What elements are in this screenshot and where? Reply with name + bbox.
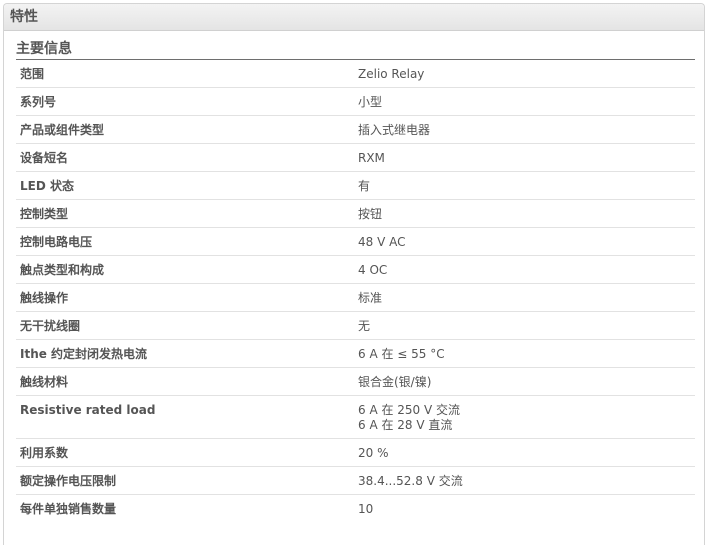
spec-label: 产品或组件类型 xyxy=(20,123,105,137)
spec-label: 无干扰线圈 xyxy=(20,319,81,333)
spec-row-unit-quantity: 每件单独销售数量 10 xyxy=(16,495,695,523)
spec-label: 每件单独销售数量 xyxy=(20,502,117,516)
panel-title: 特性 xyxy=(10,9,38,25)
spec-row-contact-material: 触线材料 银合金(银/镍) xyxy=(16,368,695,396)
spec-value: 6 A 在 ≤ 55 °C xyxy=(358,347,445,361)
spec-value: 小型 xyxy=(358,95,383,109)
spec-label: Resistive rated load xyxy=(20,403,156,417)
spec-row-voltage-limits: 额定操作电压限制 38.4...52.8 V 交流 xyxy=(16,467,695,495)
spec-row-control-type: 控制类型 按钮 xyxy=(16,200,695,228)
spec-row-control-voltage: 控制电路电压 48 V AC xyxy=(16,228,695,256)
spec-value: 有 xyxy=(358,179,371,193)
spec-value: 10 xyxy=(358,502,374,516)
main-info-section: 主要信息 范围 Zelio Relay 系列号 小型 产品或组件类型 插入式继电… xyxy=(16,40,695,523)
spec-label: 系列号 xyxy=(20,95,57,109)
spec-row-utilisation: 利用系数 20 % xyxy=(16,439,695,467)
spec-value: RXM xyxy=(358,151,385,165)
spec-row-coil: 无干扰线圈 无 xyxy=(16,312,695,340)
spec-value: 标准 xyxy=(358,291,383,305)
spec-label: 设备短名 xyxy=(20,151,69,165)
spec-table: 范围 Zelio Relay 系列号 小型 产品或组件类型 插入式继电器 设备短… xyxy=(16,60,695,523)
spec-label: 范围 xyxy=(20,67,45,81)
spec-value: 20 % xyxy=(358,446,389,460)
spec-row-short-name: 设备短名 RXM xyxy=(16,144,695,172)
spec-label: 触点类型和构成 xyxy=(20,263,105,277)
spec-label: 额定操作电压限制 xyxy=(20,474,117,488)
spec-value: 插入式继电器 xyxy=(358,123,431,137)
spec-row-contact-operation: 触线操作 标准 xyxy=(16,284,695,312)
spec-label: LED 状态 xyxy=(20,179,74,193)
spec-row-resistive-load: Resistive rated load 6 A 在 250 V 交流 6 A … xyxy=(16,396,695,439)
spec-value: 按钮 xyxy=(358,207,383,221)
spec-row-thermal-current: Ithe 约定封闭发热电流 6 A 在 ≤ 55 °C xyxy=(16,340,695,368)
spec-row-range: 范围 Zelio Relay xyxy=(16,60,695,88)
spec-label: 控制电路电压 xyxy=(20,235,93,249)
spec-value: 38.4...52.8 V 交流 xyxy=(358,474,463,488)
spec-value: 48 V AC xyxy=(358,235,406,249)
spec-value: 银合金(银/镍) xyxy=(358,375,432,389)
spec-row-contact-type: 触点类型和构成 4 OC xyxy=(16,256,695,284)
characteristics-panel: 特性 主要信息 范围 Zelio Relay 系列号 小型 产品或组件类型 插入… xyxy=(3,3,705,545)
spec-row-product-type: 产品或组件类型 插入式继电器 xyxy=(16,116,695,144)
panel-header: 特性 xyxy=(4,4,704,31)
spec-value: 无 xyxy=(358,319,371,333)
spec-value: Zelio Relay xyxy=(358,67,425,81)
spec-row-led-status: LED 状态 有 xyxy=(16,172,695,200)
spec-label: 控制类型 xyxy=(20,207,69,221)
spec-row-series: 系列号 小型 xyxy=(16,88,695,116)
spec-label: 触线材料 xyxy=(20,375,69,389)
spec-label: Ithe 约定封闭发热电流 xyxy=(20,347,148,361)
spec-label: 利用系数 xyxy=(20,446,69,460)
spec-label: 触线操作 xyxy=(20,291,69,305)
section-title: 主要信息 xyxy=(16,40,695,60)
spec-value: 4 OC xyxy=(358,263,388,277)
spec-value: 6 A 在 250 V 交流 6 A 在 28 V 直流 xyxy=(358,403,461,432)
